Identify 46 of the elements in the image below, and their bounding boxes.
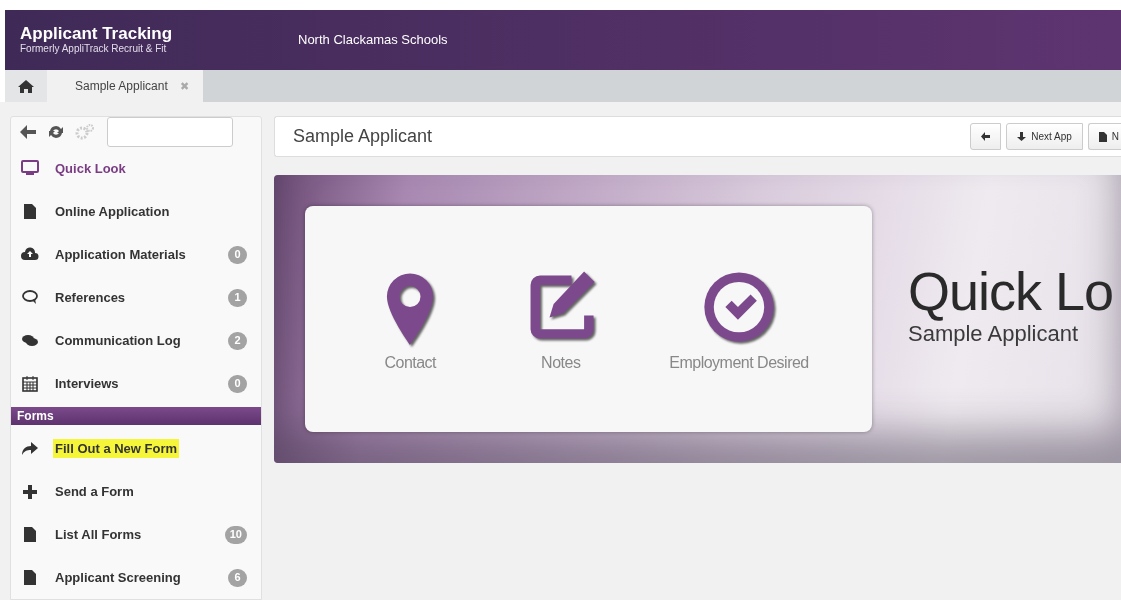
- down-arrow-icon: [1017, 132, 1027, 141]
- hero-title: Quick Lo: [908, 261, 1114, 321]
- document-icon: [21, 203, 39, 220]
- home-tab[interactable]: [5, 70, 47, 102]
- share-arrow-icon: [21, 440, 39, 457]
- sidebar-item[interactable]: Fill Out a New Form: [11, 427, 261, 470]
- sidebar-item[interactable]: Communication Log 2: [11, 319, 261, 362]
- count-badge: 0: [228, 374, 247, 393]
- sidebar-item[interactable]: References 1: [11, 276, 261, 319]
- count-badge: 6: [228, 568, 247, 587]
- sidebar-item[interactable]: Quick Look: [11, 147, 261, 190]
- cloud-upload-icon: [21, 246, 39, 263]
- speech-bubble-icon: [21, 289, 39, 306]
- chat-bubbles-icon: [21, 332, 39, 349]
- back-button[interactable]: [970, 123, 1002, 150]
- document-icon: [21, 569, 39, 586]
- next-app-button[interactable]: Next App: [1006, 123, 1083, 150]
- sidebar-item[interactable]: List All Forms 10: [11, 513, 261, 556]
- plus-icon: [21, 483, 39, 500]
- document-button[interactable]: N: [1087, 123, 1121, 150]
- tab-label: Sample Applicant: [75, 78, 168, 95]
- sidebar-item[interactable]: Online Application: [11, 190, 261, 233]
- page-title: Sample Applicant: [293, 125, 433, 148]
- sidebar-item[interactable]: Application Materials 0: [11, 233, 261, 276]
- calendar-icon: [21, 375, 39, 392]
- app-title: Applicant Tracking: [20, 25, 174, 43]
- search-field[interactable]: [107, 117, 233, 147]
- document-icon: [1098, 131, 1107, 142]
- back-arrow-icon[interactable]: [19, 124, 37, 140]
- sidebar-item[interactable]: Send a Form: [11, 470, 261, 513]
- monitor-icon: [21, 160, 39, 177]
- count-badge: 2: [228, 331, 247, 350]
- section-header: Forms: [11, 407, 261, 425]
- count-badge: 0: [228, 245, 247, 264]
- sidebar-item[interactable]: Applicant Screening 6: [11, 556, 261, 599]
- document-icon: [21, 526, 39, 543]
- applicant-tab[interactable]: Sample Applicant ✖: [47, 70, 203, 102]
- app-subtitle: Formerly AppliTrack Recruit & Fit: [20, 43, 168, 55]
- district-name: North Clackamas Schools: [298, 31, 448, 50]
- count-badge: 10: [224, 525, 247, 544]
- home-icon: [18, 79, 34, 93]
- left-arrow-icon: [981, 132, 991, 141]
- hero-subtitle: Sample Applicant: [908, 321, 1079, 347]
- sidebar-item[interactable]: Interviews 0: [11, 362, 261, 405]
- count-badge: 1: [228, 288, 247, 307]
- refresh-icon[interactable]: [47, 124, 65, 140]
